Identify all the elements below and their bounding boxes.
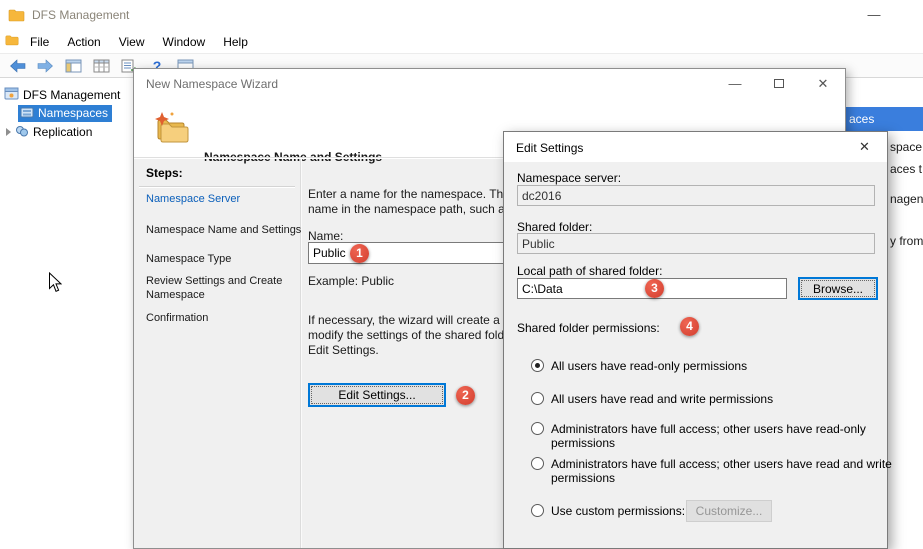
wizard-step-namespace-server[interactable]: Namespace Server bbox=[146, 192, 296, 206]
wizard-intro-line1: Enter a name for the namespace. This na bbox=[308, 187, 529, 201]
shared-folder-input bbox=[517, 233, 875, 254]
menu-help[interactable]: Help bbox=[214, 32, 257, 52]
results-pane-header: aces bbox=[846, 107, 923, 131]
menu-bar: File Action View Window Help bbox=[0, 30, 923, 53]
local-path-label: Local path of shared folder: bbox=[517, 264, 662, 278]
replication-icon bbox=[15, 125, 29, 140]
menu-window[interactable]: Window bbox=[154, 32, 215, 52]
radio-custom-permissions[interactable] bbox=[531, 504, 544, 517]
mouse-cursor bbox=[48, 272, 62, 296]
background-text-fragment: y from bbox=[890, 234, 923, 248]
edit-settings-titlebar: Edit Settings ✕ bbox=[504, 132, 887, 162]
annotation-badge-1: 1 bbox=[350, 244, 369, 263]
dfs-management-window: DFS Management — File Action View Window… bbox=[0, 0, 923, 549]
tree-item-label: Replication bbox=[33, 125, 92, 139]
wizard-note-line2: modify the settings of the shared folder… bbox=[308, 328, 527, 342]
background-text-fragment: space... bbox=[890, 140, 923, 154]
wizard-note-line3: Edit Settings. bbox=[308, 343, 379, 357]
name-field-label: Name: bbox=[308, 229, 343, 243]
namespace-server-input bbox=[517, 185, 875, 206]
radio-admin-full-users-read-write[interactable] bbox=[531, 457, 544, 470]
steps-heading: Steps: bbox=[146, 166, 183, 180]
wizard-minimize-button[interactable]: — bbox=[713, 69, 757, 98]
radio-admin-full-users-read-write-label[interactable]: Administrators have full access; other u… bbox=[551, 457, 897, 485]
console-small-icon bbox=[5, 34, 19, 49]
divider bbox=[139, 186, 295, 188]
browse-button[interactable]: Browse... bbox=[798, 277, 878, 300]
namespaces-icon bbox=[20, 106, 34, 121]
window-title: DFS Management bbox=[32, 8, 129, 22]
wizard-title: New Namespace Wizard bbox=[146, 77, 278, 91]
tree-item-namespaces[interactable]: Namespaces bbox=[18, 104, 112, 122]
menu-view[interactable]: View bbox=[110, 32, 154, 52]
minimize-button[interactable]: — bbox=[852, 0, 896, 30]
background-text-fragment: aces t bbox=[890, 162, 922, 176]
wizard-close-button[interactable]: ✕ bbox=[801, 69, 845, 98]
tree-item-replication[interactable]: Replication bbox=[6, 123, 92, 141]
annotation-badge-2: 2 bbox=[456, 386, 475, 405]
annotation-badge-3: 3 bbox=[645, 279, 664, 298]
back-arrow-icon[interactable] bbox=[8, 58, 26, 74]
properties-table-icon[interactable] bbox=[92, 58, 110, 74]
radio-admin-full-users-read-only[interactable] bbox=[531, 422, 544, 435]
edit-settings-title: Edit Settings bbox=[516, 141, 583, 155]
customize-button: Customize... bbox=[686, 500, 772, 522]
divider bbox=[300, 159, 302, 548]
wizard-step-confirmation: Confirmation bbox=[146, 311, 296, 325]
wizard-step-namespace-type: Namespace Type bbox=[146, 252, 296, 266]
background-text-fragment: nagen bbox=[890, 192, 923, 206]
expander-chevron-icon[interactable] bbox=[6, 128, 11, 136]
wizard-titlebar: New Namespace Wizard — ✕ bbox=[134, 69, 845, 98]
radio-read-write-label[interactable]: All users have read and write permission… bbox=[551, 392, 897, 406]
example-text: Example: Public bbox=[308, 274, 394, 288]
menu-action[interactable]: Action bbox=[58, 32, 109, 52]
edit-settings-dialog: Edit Settings ✕ Namespace server: Shared… bbox=[503, 131, 888, 549]
app-folder-icon bbox=[8, 8, 25, 25]
edit-settings-button[interactable]: Edit Settings... bbox=[308, 383, 446, 407]
edit-settings-close-button[interactable]: ✕ bbox=[842, 132, 887, 162]
tree-item-label: Namespaces bbox=[38, 106, 108, 120]
shared-folder-label: Shared folder: bbox=[517, 220, 592, 234]
namespace-server-label: Namespace server: bbox=[517, 171, 621, 185]
wizard-intro-line2: name in the namespace path, such as \\ bbox=[308, 202, 521, 216]
wizard-note-line1: If necessary, the wizard will create a s… bbox=[308, 313, 527, 327]
dfs-management-icon bbox=[4, 87, 19, 103]
wizard-step-namespace-name-settings: Namespace Name and Settings bbox=[146, 223, 296, 237]
radio-read-only[interactable] bbox=[531, 359, 544, 372]
window-titlebar: DFS Management — bbox=[0, 0, 923, 30]
forward-arrow-icon[interactable] bbox=[36, 58, 54, 74]
radio-read-write[interactable] bbox=[531, 392, 544, 405]
console-tree-toggle-icon[interactable] bbox=[64, 58, 82, 74]
radio-admin-full-users-read-only-label[interactable]: Administrators have full access; other u… bbox=[551, 422, 897, 450]
tree-item-dfs-management[interactable]: DFS Management bbox=[4, 86, 120, 104]
console-tree: DFS Management Namespaces Replication bbox=[0, 78, 133, 549]
menu-file[interactable]: File bbox=[21, 32, 58, 52]
permissions-label: Shared folder permissions: bbox=[517, 321, 660, 335]
wizard-header-folder-icon bbox=[152, 110, 190, 147]
annotation-badge-4: 4 bbox=[680, 317, 699, 336]
tree-item-label: DFS Management bbox=[23, 88, 120, 102]
radio-read-only-label[interactable]: All users have read-only permissions bbox=[551, 359, 897, 373]
tree-selection-highlight: Namespaces bbox=[18, 105, 112, 122]
wizard-step-review-settings: Review Settings and Create Namespace bbox=[146, 274, 286, 302]
wizard-maximize-button[interactable] bbox=[757, 69, 801, 98]
